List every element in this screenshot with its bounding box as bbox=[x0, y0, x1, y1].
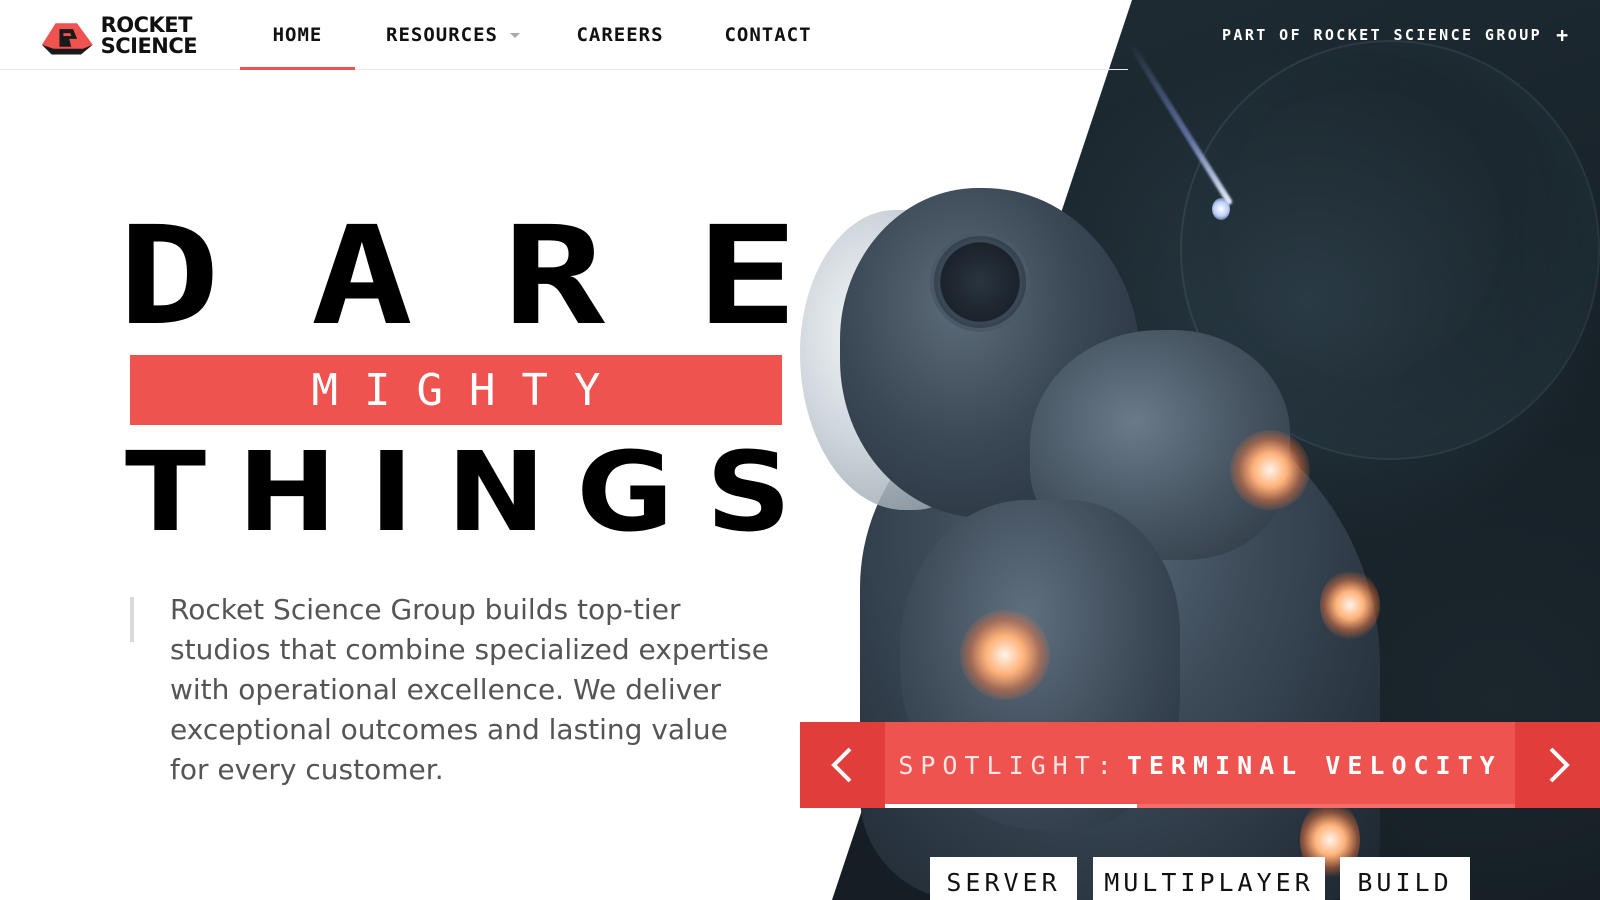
headline-letter: G bbox=[576, 428, 675, 556]
mighty-banner: MIGHTY bbox=[130, 355, 782, 425]
headline-dare: D A R E bbox=[118, 198, 798, 356]
astronaut-helmet-disc bbox=[930, 232, 1030, 332]
headline-mighty: MIGHTY bbox=[311, 364, 627, 416]
logo-line-1: ROCKET bbox=[100, 13, 193, 37]
tag-server[interactable]: SERVER bbox=[930, 857, 1077, 900]
nav-home-label: HOME bbox=[272, 24, 323, 46]
logo-wordmark: ROCKET SCIENCE bbox=[101, 15, 208, 57]
nav-careers[interactable]: CAREERS bbox=[570, 0, 670, 70]
group-link[interactable]: PART OF ROCKET SCIENCE GROUP + bbox=[1222, 22, 1571, 48]
headline-things: T H I N G S bbox=[124, 428, 791, 556]
chevron-left-icon bbox=[830, 747, 851, 783]
group-link-label: PART OF ROCKET SCIENCE GROUP bbox=[1222, 26, 1543, 44]
top-navigation: ROCKET SCIENCE HOME RESOURCES CAREERS CO… bbox=[0, 0, 1600, 70]
logo-line-2: SCIENCE bbox=[100, 34, 198, 58]
headline-letter: S bbox=[705, 428, 792, 556]
chevron-right-icon bbox=[1549, 747, 1570, 783]
rocket-logo-icon bbox=[41, 23, 93, 55]
nav-contact-label: CONTACT bbox=[724, 24, 812, 46]
astronaut-visor bbox=[800, 210, 1000, 510]
headline-letter: R bbox=[503, 198, 606, 356]
headline-letter: N bbox=[446, 428, 546, 556]
spotlight-prev-button[interactable] bbox=[800, 722, 885, 808]
spotlight-label[interactable]: SPOTLIGHT: TERMINAL VELOCITY bbox=[898, 722, 1502, 808]
spotlight-banner[interactable]: SPOTLIGHT: TERMINAL VELOCITY bbox=[800, 722, 1600, 808]
planet-shape bbox=[1180, 40, 1600, 460]
nav-resources-label: RESOURCES bbox=[386, 24, 498, 46]
nav-home[interactable]: HOME bbox=[240, 0, 355, 70]
headline-letter: D bbox=[117, 198, 221, 356]
nav-careers-label: CAREERS bbox=[576, 24, 664, 46]
nav-divider bbox=[0, 69, 1128, 70]
nav-resources[interactable]: RESOURCES bbox=[378, 0, 528, 70]
nav-contact[interactable]: CONTACT bbox=[718, 0, 818, 70]
comet-head bbox=[1212, 198, 1230, 220]
plus-icon: + bbox=[1556, 23, 1571, 47]
spotlight-progress-fill bbox=[885, 804, 1137, 808]
spotlight-prefix: SPOTLIGHT: bbox=[898, 750, 1119, 780]
spotlight-title: TERMINAL VELOCITY bbox=[1126, 750, 1502, 780]
headline-letter: H bbox=[237, 428, 337, 556]
spotlight-next-button[interactable] bbox=[1515, 722, 1600, 808]
tag-build[interactable]: BUILD bbox=[1340, 857, 1470, 900]
headline-letter: E bbox=[695, 198, 799, 356]
description-marker bbox=[130, 597, 134, 642]
logo[interactable]: ROCKET SCIENCE bbox=[38, 12, 208, 60]
tag-multiplayer[interactable]: MULTIPLAYER bbox=[1093, 857, 1325, 900]
headline-letter: I bbox=[369, 428, 414, 556]
hero-description: Rocket Science Group builds top-tier stu… bbox=[170, 593, 769, 786]
spotlight-progress-track bbox=[885, 804, 1515, 808]
headline-letter: T bbox=[124, 428, 207, 556]
headline-letter: A bbox=[310, 198, 413, 356]
chevron-down-icon bbox=[509, 32, 520, 38]
